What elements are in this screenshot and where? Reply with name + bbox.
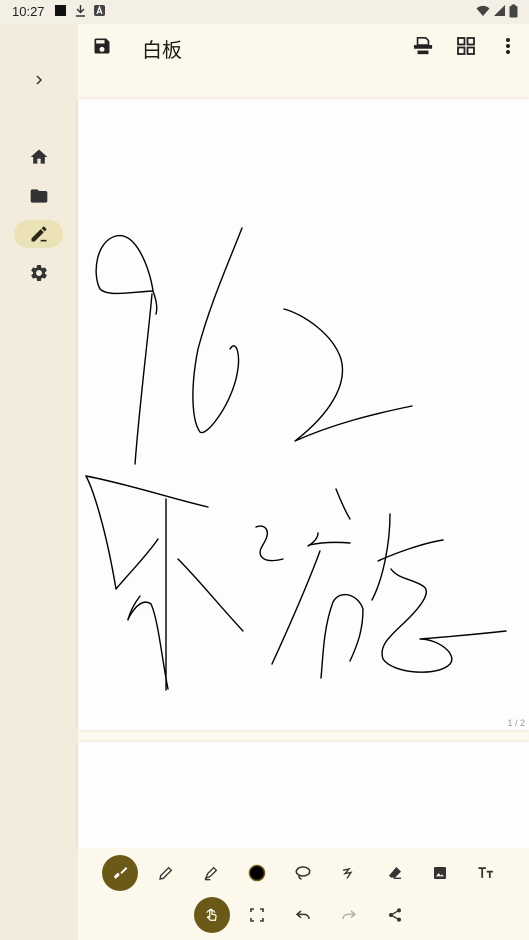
- print-button[interactable]: [407, 30, 439, 62]
- more-vert-icon: [506, 38, 510, 54]
- redo-icon: [342, 910, 357, 920]
- fullscreen-button[interactable]: [239, 897, 275, 933]
- undo-icon: [295, 910, 310, 920]
- rail-item-settings[interactable]: [14, 259, 63, 287]
- stroke-le-top: [85, 475, 209, 508]
- stroke-le-swoop: [127, 601, 169, 690]
- color-swatch: [248, 864, 266, 882]
- stroke-lv-top: [335, 488, 351, 520]
- app-bar: 白板: [78, 24, 529, 72]
- eraser-tool-button[interactable]: [377, 855, 413, 891]
- redo-button[interactable]: [331, 897, 367, 933]
- laser-icon: [342, 867, 353, 879]
- lasso-tool-button[interactable]: [285, 855, 321, 891]
- lasso-icon: [295, 866, 311, 880]
- font-icon: [94, 5, 105, 16]
- stroke-lv-right: [320, 593, 364, 679]
- stroke-lv-dot: [255, 525, 284, 562]
- rail-item-editor[interactable]: [14, 220, 63, 248]
- whiteboard-canvas[interactable]: 1 / 2: [78, 72, 529, 848]
- undo-button[interactable]: [285, 897, 321, 933]
- page-indicator: 1 / 2: [507, 718, 525, 728]
- stroke-9-loop: [95, 235, 158, 315]
- print-icon: [413, 37, 433, 55]
- home-icon: [30, 149, 47, 164]
- brush-icon: [114, 867, 128, 879]
- image-icon: [434, 867, 446, 879]
- grid-view-icon: [457, 37, 475, 55]
- highlighter-icon: [204, 866, 218, 881]
- stroke-lv-bar: [308, 541, 351, 546]
- download-icon: [76, 5, 85, 17]
- page-2[interactable]: [78, 742, 529, 848]
- chevron-right-icon: [35, 75, 42, 85]
- touch-draw-icon: [206, 908, 217, 921]
- stroke-le-left: [85, 475, 159, 590]
- folder-icon: [30, 189, 47, 203]
- stroke-9-stem: [134, 293, 153, 465]
- status-bar: 10:27: [0, 0, 529, 24]
- save-button[interactable]: [86, 30, 118, 62]
- grid-view-button[interactable]: [450, 30, 482, 62]
- wifi-icon: [476, 5, 490, 16]
- highlighter-tool-button[interactable]: [193, 855, 229, 891]
- stroke-lv-left: [271, 550, 321, 665]
- handwriting-strokes: [85, 227, 507, 691]
- text-tool-button[interactable]: [468, 855, 504, 891]
- tool-bar: [78, 848, 529, 940]
- eraser-icon: [389, 867, 401, 879]
- laser-tool-button[interactable]: [331, 855, 367, 891]
- more-options-button[interactable]: [492, 30, 524, 62]
- text-icon: [478, 867, 493, 878]
- gear-icon: [30, 265, 47, 281]
- page-title: 白板: [142, 38, 182, 62]
- pencil-tool-button[interactable]: [148, 855, 184, 891]
- rail-item-browser[interactable]: [14, 182, 63, 210]
- signal-icon: [494, 5, 505, 16]
- expand-rail-button[interactable]: [14, 66, 63, 94]
- status-time: 10:27: [12, 4, 45, 19]
- pencil-icon: [159, 866, 173, 880]
- page-1[interactable]: 1 / 2: [78, 99, 529, 730]
- stroke-2: [283, 308, 413, 442]
- stroke-lv-swirl: [381, 568, 507, 673]
- touch-draw-toggle[interactable]: [194, 897, 230, 933]
- color-picker-button[interactable]: [239, 855, 275, 891]
- stroke-le-rightfall: [177, 558, 244, 632]
- image-tool-button[interactable]: [422, 855, 458, 891]
- share-icon: [389, 908, 401, 922]
- stroke-6: [192, 227, 243, 434]
- navigation-rail: [0, 24, 78, 940]
- battery-icon: [509, 4, 518, 18]
- edit-icon: [31, 226, 46, 242]
- share-button[interactable]: [377, 897, 413, 933]
- rail-item-home[interactable]: [14, 143, 63, 171]
- notification-square-icon: [55, 5, 66, 16]
- save-icon: [94, 38, 110, 54]
- fullscreen-icon: [250, 908, 264, 922]
- brush-tool-button[interactable]: [102, 855, 138, 891]
